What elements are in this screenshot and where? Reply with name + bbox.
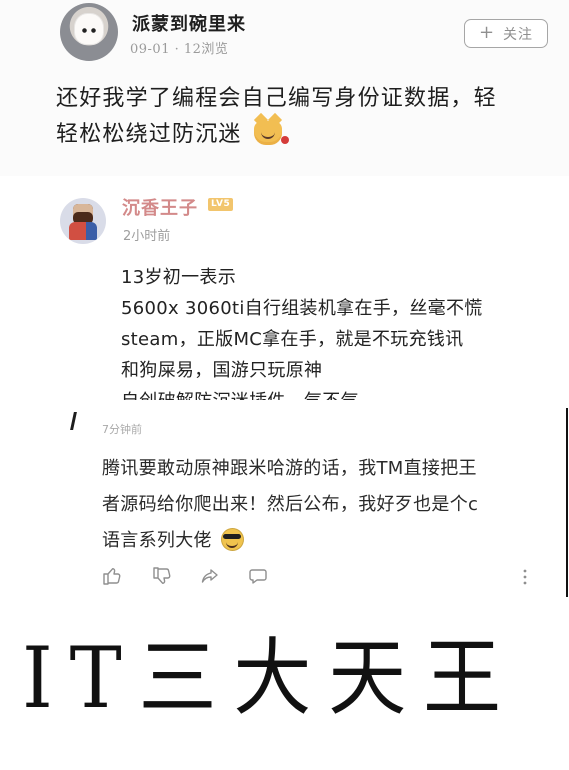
reply-post: 沉香王子 LV5 2小时前 13岁初一表示 5600x 3060ti自行组装机拿…: [0, 176, 569, 414]
comment-content-text: 语言系列大佬: [102, 530, 212, 551]
follow-button[interactable]: + 关注: [464, 19, 548, 48]
reply-content: 13岁初一表示 5600x 3060ti自行组装机拿在手，丝毫不慌 steam，…: [121, 262, 551, 417]
comment-content-line: 语言系列大佬: [102, 523, 542, 559]
reply-content-line: 13岁初一表示: [121, 267, 237, 288]
reply-content-line: 5600x 3060ti自行组装机拿在手，丝毫不慌: [121, 298, 483, 319]
comment-actions: [102, 566, 532, 590]
post-content-line: 轻松松绕过防沉迷: [56, 117, 536, 153]
reply-content-line: 和狗屎易，国游只玩原神: [121, 360, 323, 381]
plus-icon: +: [478, 21, 496, 43]
top-post: 派蒙到碗里来 09-01 · 12浏览 + 关注 还好我学了编程会自己编写身份证…: [0, 0, 569, 176]
thumbs-down-icon[interactable]: [152, 566, 172, 586]
emoji-mouth: [260, 131, 275, 139]
post-meta: 09-01 · 12浏览: [130, 42, 229, 57]
comment-content-line: 腾讯要敢动原神跟米哈游的话，我TM直接把王: [102, 458, 477, 479]
post-content-text: 轻松松绕过防沉迷: [56, 122, 242, 147]
caption-area: IT三大天王: [0, 610, 569, 770]
avatar[interactable]: [60, 3, 118, 61]
reply-author-name[interactable]: 沉香王子: [122, 194, 198, 220]
cat-rose-emoji-icon: [253, 121, 289, 145]
crop-border-line: [566, 408, 568, 597]
comment-icon[interactable]: [248, 566, 268, 586]
rose-icon: [280, 136, 289, 144]
more-icon[interactable]: [522, 568, 528, 586]
comment-time: 7分钟前: [102, 423, 142, 436]
level-badge: LV5: [208, 198, 234, 211]
comment-content-line: 者源码给你爬出来！然后公布，我好歹也是个c: [102, 494, 479, 515]
share-icon[interactable]: [200, 566, 220, 586]
caption-title: IT三大天王: [22, 629, 518, 727]
thumbs-up-icon[interactable]: [102, 566, 122, 586]
post-author-name[interactable]: 派蒙到碗里来: [132, 10, 246, 36]
post-content-line: 还好我学了编程会自己编写身份证数据，轻: [56, 86, 497, 111]
follow-button-label: 关注: [503, 26, 534, 43]
sunglasses-smile-icon: [220, 528, 244, 551]
reply-content-line: steam，正版MC拿在手，就是不玩充钱讯: [121, 329, 464, 350]
handwritten-mark: [70, 412, 81, 430]
comment-post: 7分钟前 腾讯要敢动原神跟米哈游的话，我TM直接把王 者源码给你爬出来！然后公布…: [0, 400, 569, 597]
screenshot-canvas: 派蒙到碗里来 09-01 · 12浏览 + 关注 还好我学了编程会自己编写身份证…: [0, 0, 569, 770]
comment-content: 腾讯要敢动原神跟米哈游的话，我TM直接把王 者源码给你爬出来！然后公布，我好歹也…: [102, 451, 542, 559]
reply-time: 2小时前: [123, 229, 171, 244]
post-content: 还好我学了编程会自己编写身份证数据，轻 轻松松绕过防沉迷: [56, 81, 536, 153]
avatar[interactable]: [60, 198, 106, 244]
